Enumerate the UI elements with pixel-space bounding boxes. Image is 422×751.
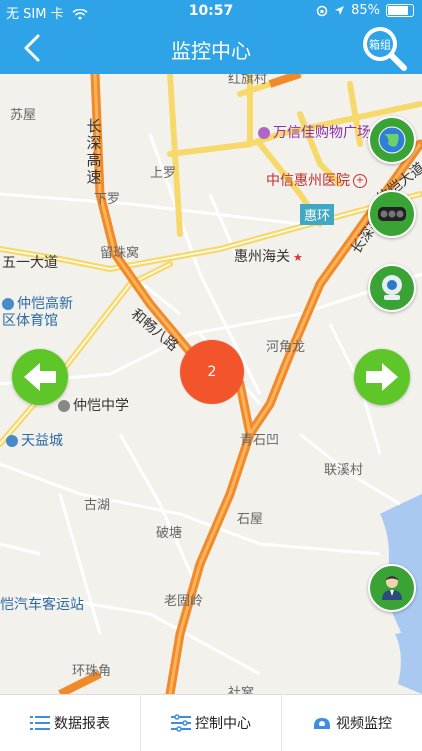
map-label-tianyicheng: 天益城 — [6, 430, 63, 450]
map-label-guhu: 古湖 — [84, 498, 111, 513]
star-icon: ★ — [293, 251, 303, 264]
traffic-light-button[interactable] — [368, 190, 416, 238]
map-label-huanzhujiao: 环珠角 — [72, 664, 112, 679]
webcam-icon — [382, 275, 402, 300]
prev-arrow-button[interactable] — [12, 349, 68, 405]
search-box-group-button[interactable]: 箱组 — [360, 24, 408, 72]
globe-layer-button[interactable] — [368, 116, 416, 164]
map-label-potang: 破塘 — [156, 526, 183, 541]
map-label-zhongkai-gym: 仲恺高新区体育馆 — [2, 296, 73, 329]
map-label-huizhou-customs: 惠州海关 ★ — [234, 249, 303, 265]
map-label-shiwu: 石屋 — [237, 512, 264, 527]
map-label-hongqi: 红旗村 — [228, 74, 268, 87]
tab-label: 视频监控 — [336, 716, 392, 732]
map-label-xialuo: 下罗 — [94, 192, 121, 207]
arrow-right-icon — [366, 363, 398, 391]
list-icon — [30, 716, 50, 730]
mall-icon — [6, 435, 18, 447]
tab-label: 数据报表 — [54, 716, 110, 732]
page-title: 监控中心 — [171, 39, 251, 63]
next-arrow-button[interactable] — [354, 349, 410, 405]
driver-button[interactable] — [368, 564, 416, 612]
driver-person-icon — [382, 576, 402, 600]
location-icon — [335, 6, 345, 15]
arrow-left-icon — [24, 363, 56, 391]
camera-button[interactable] — [368, 264, 416, 312]
status-bar: 无 SIM 卡 10:57 85% — [0, 0, 422, 22]
search-box-group-label: 箱组 — [369, 38, 391, 52]
orientation-lock-icon — [316, 5, 328, 16]
map-label-bus-station: 恺汽车客运站 — [0, 597, 84, 613]
map-label-shewu: 社窝 — [228, 686, 255, 694]
bottom-tab-bar: 数据报表 控制中心 视频监控 — [0, 694, 422, 751]
map-label-lianxicun: 联溪村 — [324, 463, 364, 478]
shopping-icon — [258, 127, 270, 139]
map-label-liuzhuwo: 留珠窝 — [100, 246, 140, 261]
cctv-camera-icon — [314, 718, 330, 729]
map-label-wanxin: 万信佳购物广场 — [258, 122, 371, 142]
map-label-wuyi-road: 五一大道 — [2, 255, 58, 271]
road-label-changshen-left: 长深高速 — [86, 117, 102, 186]
tab-control-center[interactable]: 控制中心 — [141, 695, 282, 751]
battery-icon — [386, 4, 414, 17]
hospital-icon: + — [353, 174, 367, 188]
map-label-shangluo: 上罗 — [150, 166, 177, 181]
tab-data-report[interactable]: 数据报表 — [0, 695, 141, 751]
gym-icon — [2, 298, 14, 310]
sliders-icon — [171, 714, 191, 732]
map-label-zhongkai-school: 仲恺中学 — [58, 395, 129, 415]
map-view[interactable]: 红旗村 苏屋 万信佳购物广场 上罗 中信惠州医院 + 下罗 惠环 留珠窝 五一大道… — [0, 74, 422, 694]
traffic-light-icon — [378, 207, 406, 221]
map-label-laoguling: 老固岭 — [164, 594, 204, 609]
globe-icon — [378, 126, 406, 154]
status-right: 85% — [316, 3, 414, 18]
vehicle-cluster-marker[interactable]: 2 — [180, 340, 244, 404]
map-label-qingshiao: 青石凹 — [240, 433, 280, 448]
battery-percent: 85% — [351, 3, 380, 18]
map-label-zhongxin-hospital: 中信惠州医院 + — [266, 170, 367, 190]
map-label-huihuan: 惠环 — [300, 204, 335, 225]
map-label-suwu: 苏屋 — [10, 108, 37, 123]
map-label-hejiaolong: 河角龙 — [266, 340, 306, 355]
nav-bar: 监控中心 箱组 — [0, 22, 422, 74]
tab-label: 控制中心 — [195, 716, 251, 732]
tab-video-monitor[interactable]: 视频监控 — [282, 695, 422, 751]
